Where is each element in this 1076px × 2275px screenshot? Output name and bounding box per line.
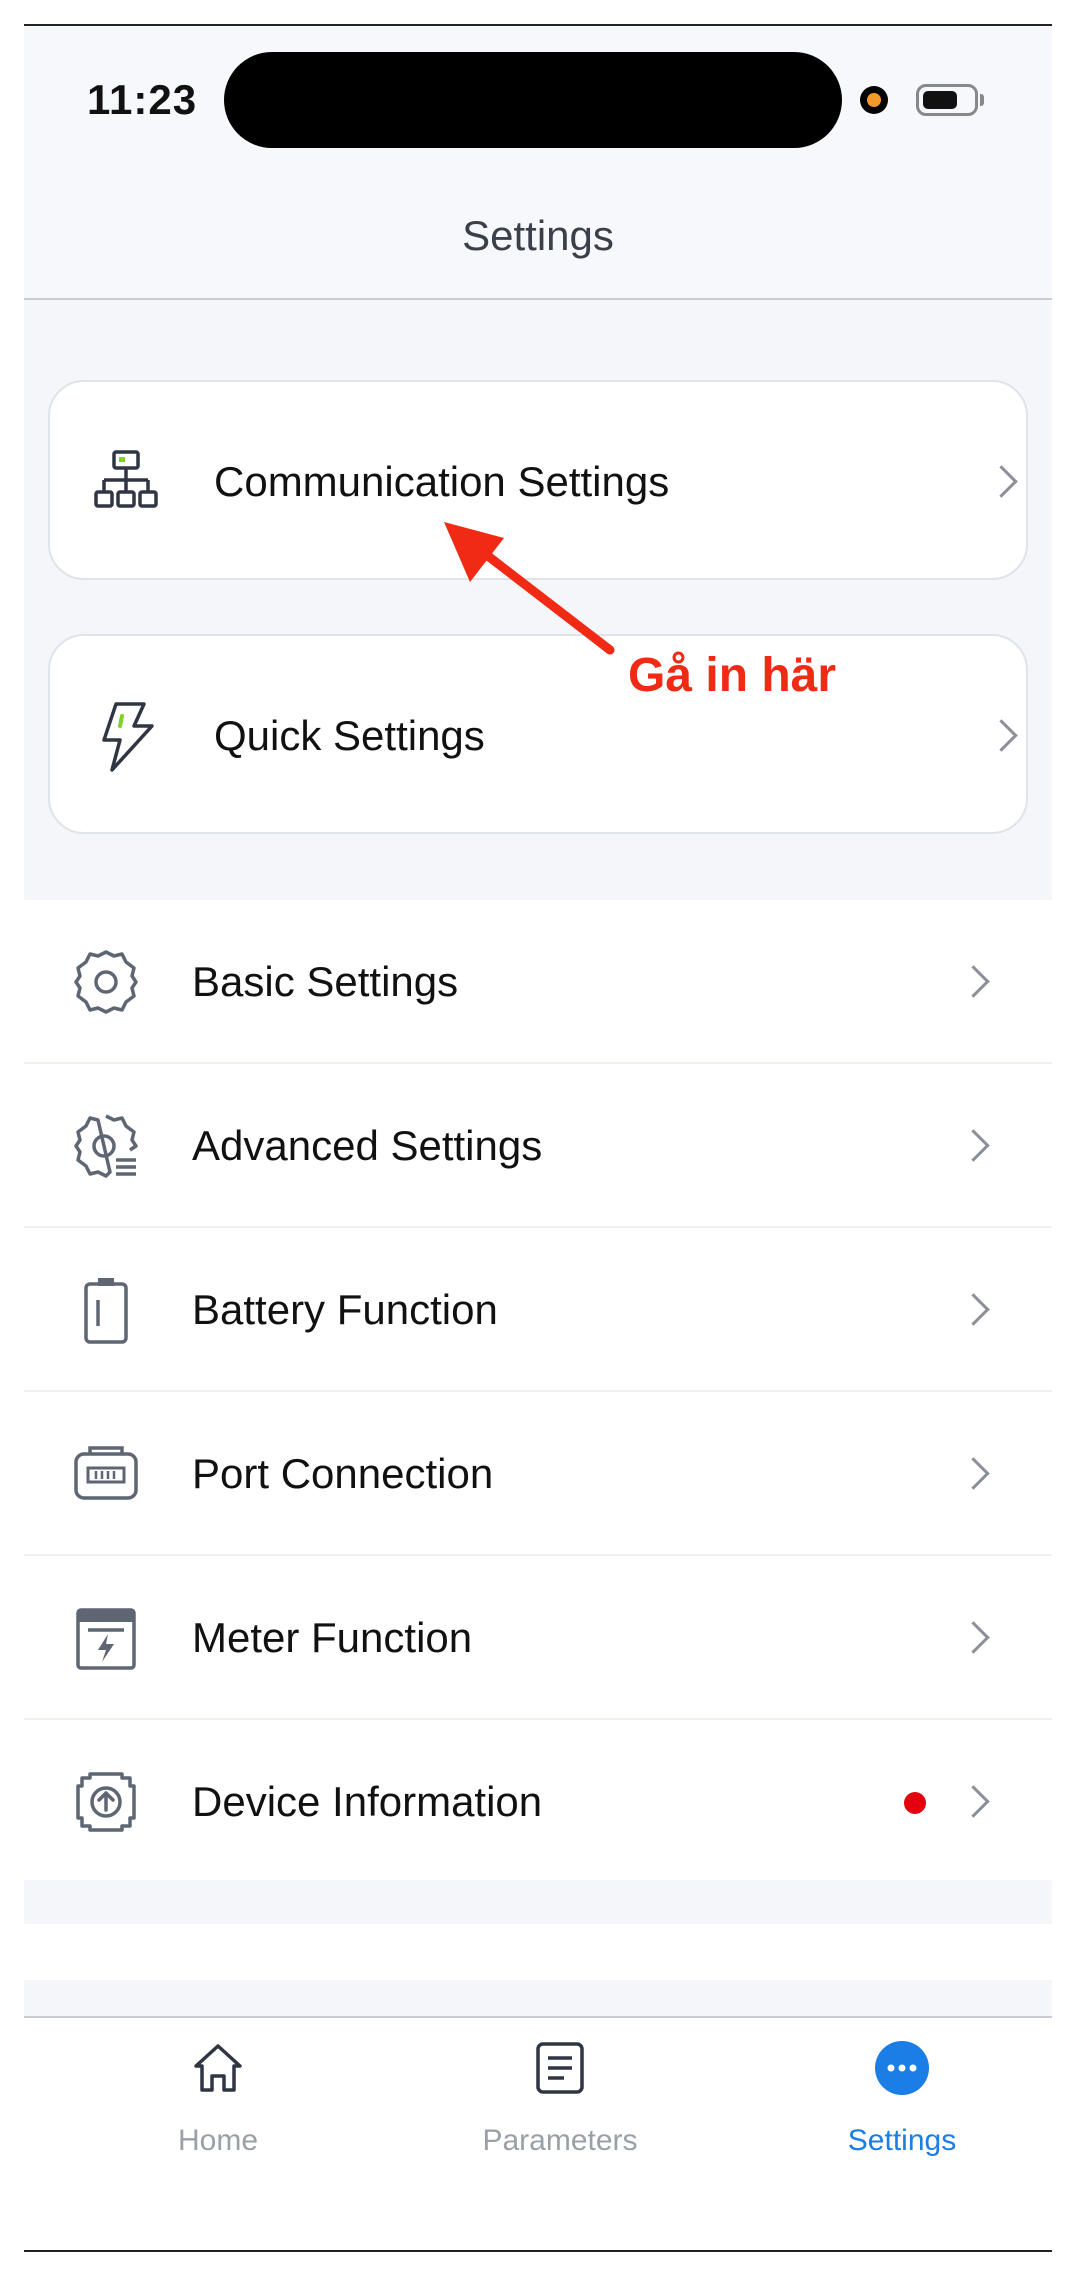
quick-settings-card[interactable]: Quick Settings — [48, 634, 1028, 834]
port-icon — [74, 1446, 138, 1500]
dynamic-island — [224, 52, 842, 148]
annotation-text: Gå in här — [628, 649, 837, 702]
more-dots-icon — [875, 2041, 929, 2095]
list-item-device-information[interactable]: Device Information — [24, 1720, 1052, 1884]
list-item-label: Meter Function — [192, 1614, 473, 1661]
list-item-label: Advanced Settings — [192, 1122, 543, 1169]
meter-icon — [76, 1608, 136, 1670]
status-bar: 11:23 Settings — [24, 26, 1052, 300]
chevron-right-icon — [957, 1785, 990, 1818]
camera-indicator-icon — [860, 86, 888, 114]
notification-dot — [904, 1792, 926, 1814]
tab-label: Settings — [847, 2124, 957, 2157]
list-item-meter-function[interactable]: Meter Function — [24, 1556, 1052, 1720]
quick-settings-label: Quick Settings — [214, 712, 485, 759]
tab-parameters[interactable]: Parameters — [450, 2040, 670, 2160]
document-icon — [536, 2042, 584, 2094]
bottom-border-line — [24, 2250, 1052, 2252]
chevron-right-icon — [957, 1457, 990, 1490]
list-item-label: Basic Settings — [192, 958, 459, 1005]
tab-home[interactable]: Home — [108, 2040, 328, 2160]
device-upgrade-icon — [76, 1772, 136, 1832]
list-item-label: Device Information — [192, 1778, 543, 1825]
section-gap — [24, 1880, 1052, 1924]
network-icon — [94, 450, 158, 508]
home-icon — [194, 2044, 242, 2092]
lightning-icon — [102, 702, 154, 772]
list-item-port-connection[interactable]: Port Connection — [24, 1392, 1052, 1556]
chevron-right-icon — [957, 965, 990, 998]
list-item-label: Port Connection — [192, 1450, 494, 1497]
chevron-right-icon — [957, 1129, 990, 1162]
list-item-battery-function[interactable]: Battery Function — [24, 1228, 1052, 1392]
tab-label: Parameters — [482, 2124, 638, 2157]
chevron-right-icon — [957, 1621, 990, 1654]
battery-tip — [980, 94, 984, 106]
chevron-right-icon — [985, 465, 1018, 498]
communication-settings-card[interactable]: Communication Settings — [48, 380, 1028, 580]
list-item-advanced-settings[interactable]: Advanced Settings — [24, 1064, 1052, 1228]
advanced-gear-icon — [74, 1114, 138, 1178]
battery-icon — [84, 1278, 128, 1344]
battery-status-icon — [916, 84, 978, 116]
gear-icon — [74, 950, 138, 1014]
chevron-right-icon — [985, 719, 1018, 752]
phone-screen: 11:23 Settings Communication Settings Qu… — [24, 26, 1052, 2250]
tab-label: Home — [177, 2124, 259, 2157]
list-item-label: Battery Function — [192, 1286, 498, 1333]
chevron-right-icon — [957, 1293, 990, 1326]
section-gap — [24, 1980, 1052, 2020]
page-title: Settings — [462, 212, 614, 259]
communication-settings-label: Communication Settings — [214, 458, 670, 505]
list-item-basic-settings[interactable]: Basic Settings — [24, 900, 1052, 1064]
tab-bar: Home Parameters Settings — [24, 2016, 1052, 2250]
status-time: 11:23 — [87, 76, 198, 123]
tab-settings[interactable]: Settings — [792, 2040, 1012, 2160]
